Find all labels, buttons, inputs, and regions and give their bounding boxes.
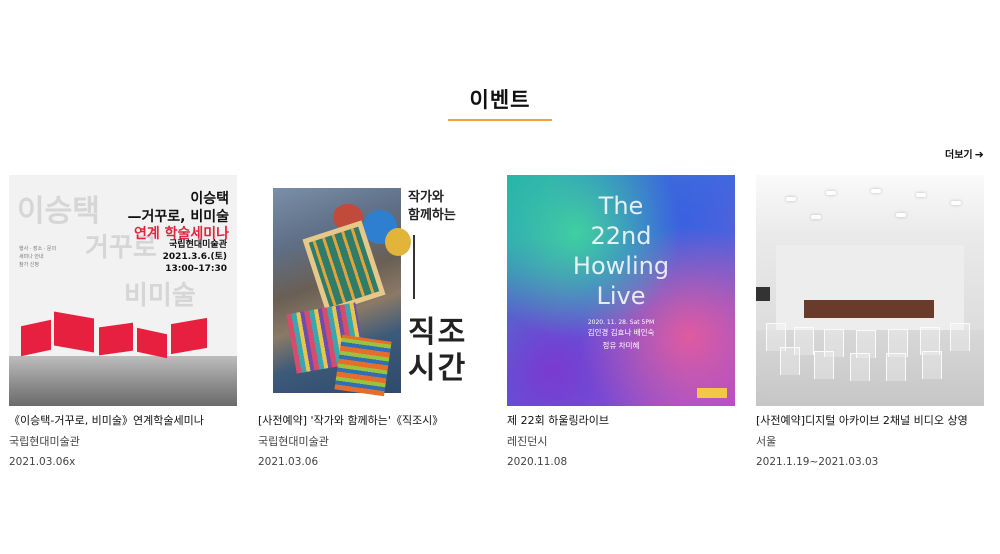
ceiling-light-shape — [916, 193, 926, 197]
gallery-wall — [776, 245, 964, 335]
ceiling-light-shape — [871, 189, 881, 193]
gallery-screen — [756, 287, 770, 301]
event-place: 서울 — [756, 435, 777, 448]
poster-subtitle-line: 함께하는 — [408, 207, 456, 223]
event-date: 2021.1.19~2021.03.03 — [756, 456, 879, 468]
event-date: 2021.03.06x — [9, 456, 76, 468]
poster-title-line: The — [598, 192, 644, 220]
event-card[interactable]: The 22nd Howling Live 2020. 11. 28. Sat … — [507, 175, 735, 468]
poster-title-line: 22nd — [590, 222, 652, 250]
red-flag-shape — [54, 311, 94, 353]
poster-date: 2021.3.6.(토) — [162, 252, 227, 263]
event-poster-image[interactable] — [756, 175, 984, 406]
poster-heading: 이승택 —거꾸로, 비미술 연계 학술세미나 — [128, 191, 229, 244]
event-date: 2020.11.08 — [507, 456, 568, 468]
poster-subtitle: 작가와 함께하는 — [408, 189, 456, 224]
event-poster-image[interactable]: 이승택 거꾸로 비미술 행사 · 장소 · 문의 세미나 안내 참가 신청 이승택 … — [9, 175, 237, 406]
poster-subtitle-line: 작가와 — [408, 190, 444, 205]
red-flag-shape — [99, 322, 133, 356]
poster-names-line: 김인경 김효나 배인숙 — [587, 328, 655, 337]
event-place: 국립현대미술관 — [9, 435, 80, 448]
arrow-right-icon: ➜ — [974, 148, 984, 161]
poster-ghost-text: 비미술 — [124, 281, 196, 311]
weaving-photo — [273, 188, 411, 397]
ceiling-light-shape — [811, 215, 821, 219]
poster-logo — [697, 388, 727, 398]
chair-shape — [780, 347, 800, 375]
event-title[interactable]: [사전예약] '작가와 함께하는'《직조시》 — [258, 412, 486, 428]
poster-time: 13:00–17:30 — [165, 264, 227, 275]
event-title[interactable]: 《이승택-거꾸로, 비미술》연계학술세미나 — [9, 412, 237, 428]
red-flag-shape — [171, 317, 207, 355]
event-card[interactable]: [사전예약]디지털 아카이브 2채널 비디오 상영 서울 2021.1.19~2… — [756, 175, 984, 468]
section-title: 이벤트 — [447, 84, 553, 121]
poster-divider — [413, 235, 415, 299]
gallery-ceiling — [756, 175, 984, 235]
event-title[interactable]: 제 22회 하울링라이브 — [507, 412, 735, 428]
poster-title: 직조 시간 — [408, 315, 467, 387]
poster-heading-line: 이승택 — [190, 191, 229, 207]
poster-ghost-text: 이승택 — [17, 194, 100, 229]
poster-title-line: Live — [596, 282, 646, 310]
poster-small-print: 행사 · 장소 · 문의 세미나 안내 참가 신청 — [19, 246, 57, 268]
chair-shape — [950, 323, 970, 351]
poster-date: 2020. 11. 28. Sat 5PM — [587, 319, 655, 326]
poster-ground — [9, 356, 237, 406]
chair-shape — [886, 353, 906, 381]
event-date: 2021.03.06 — [258, 456, 319, 468]
poster-title-line: 직조 — [408, 315, 468, 350]
ceiling-light-shape — [896, 213, 906, 217]
event-poster-image[interactable]: The 22nd Howling Live 2020. 11. 28. Sat … — [507, 175, 735, 406]
poster-org: 국립현대미술관 — [169, 240, 227, 250]
section-header: 이벤트 — [0, 84, 1000, 121]
yarn-ball-shape — [385, 228, 411, 256]
event-place: 국립현대미술관 — [258, 435, 329, 448]
red-flag-shape — [137, 327, 167, 359]
ceiling-light-shape — [951, 201, 961, 205]
event-card[interactable]: 이승택 거꾸로 비미술 행사 · 장소 · 문의 세미나 안내 참가 신청 이승택 … — [9, 175, 237, 468]
red-flag-shape — [21, 319, 51, 357]
chair-shape — [814, 351, 834, 379]
poster-title-line: Howling — [572, 252, 670, 280]
gallery-table — [804, 300, 934, 318]
chair-shape — [922, 351, 942, 379]
ceiling-light-shape — [826, 191, 836, 195]
poster-names: 김인경 김효나 배인숙 정유 차미혜 — [507, 327, 735, 353]
poster-title-line: 시간 — [408, 351, 468, 386]
poster-info: 국립현대미술관 2021.3.6.(토) 13:00–17:30 — [163, 239, 227, 275]
poster-names-line: 정유 차미혜 — [602, 340, 640, 350]
event-card[interactable]: 작가와 함께하는 직조 시간 [사전예약] '작가와 함께하는'《직조시》 국립… — [258, 175, 486, 468]
more-label: 더보기 — [945, 150, 973, 161]
chair-shape — [850, 353, 870, 381]
poster-heading-line: —거꾸로, 비미술 — [127, 208, 229, 225]
more-link[interactable]: 더보기 ➜ — [945, 146, 984, 161]
event-place: 레진던시 — [507, 435, 548, 448]
poster-title: The 22nd Howling Live — [507, 191, 735, 311]
event-poster-image[interactable]: 작가와 함께하는 직조 시간 — [258, 175, 486, 406]
event-title[interactable]: [사전예약]디지털 아카이브 2채널 비디오 상영 — [756, 412, 984, 428]
woven-fabric-shape — [334, 334, 392, 397]
ceiling-light-shape — [786, 197, 796, 201]
